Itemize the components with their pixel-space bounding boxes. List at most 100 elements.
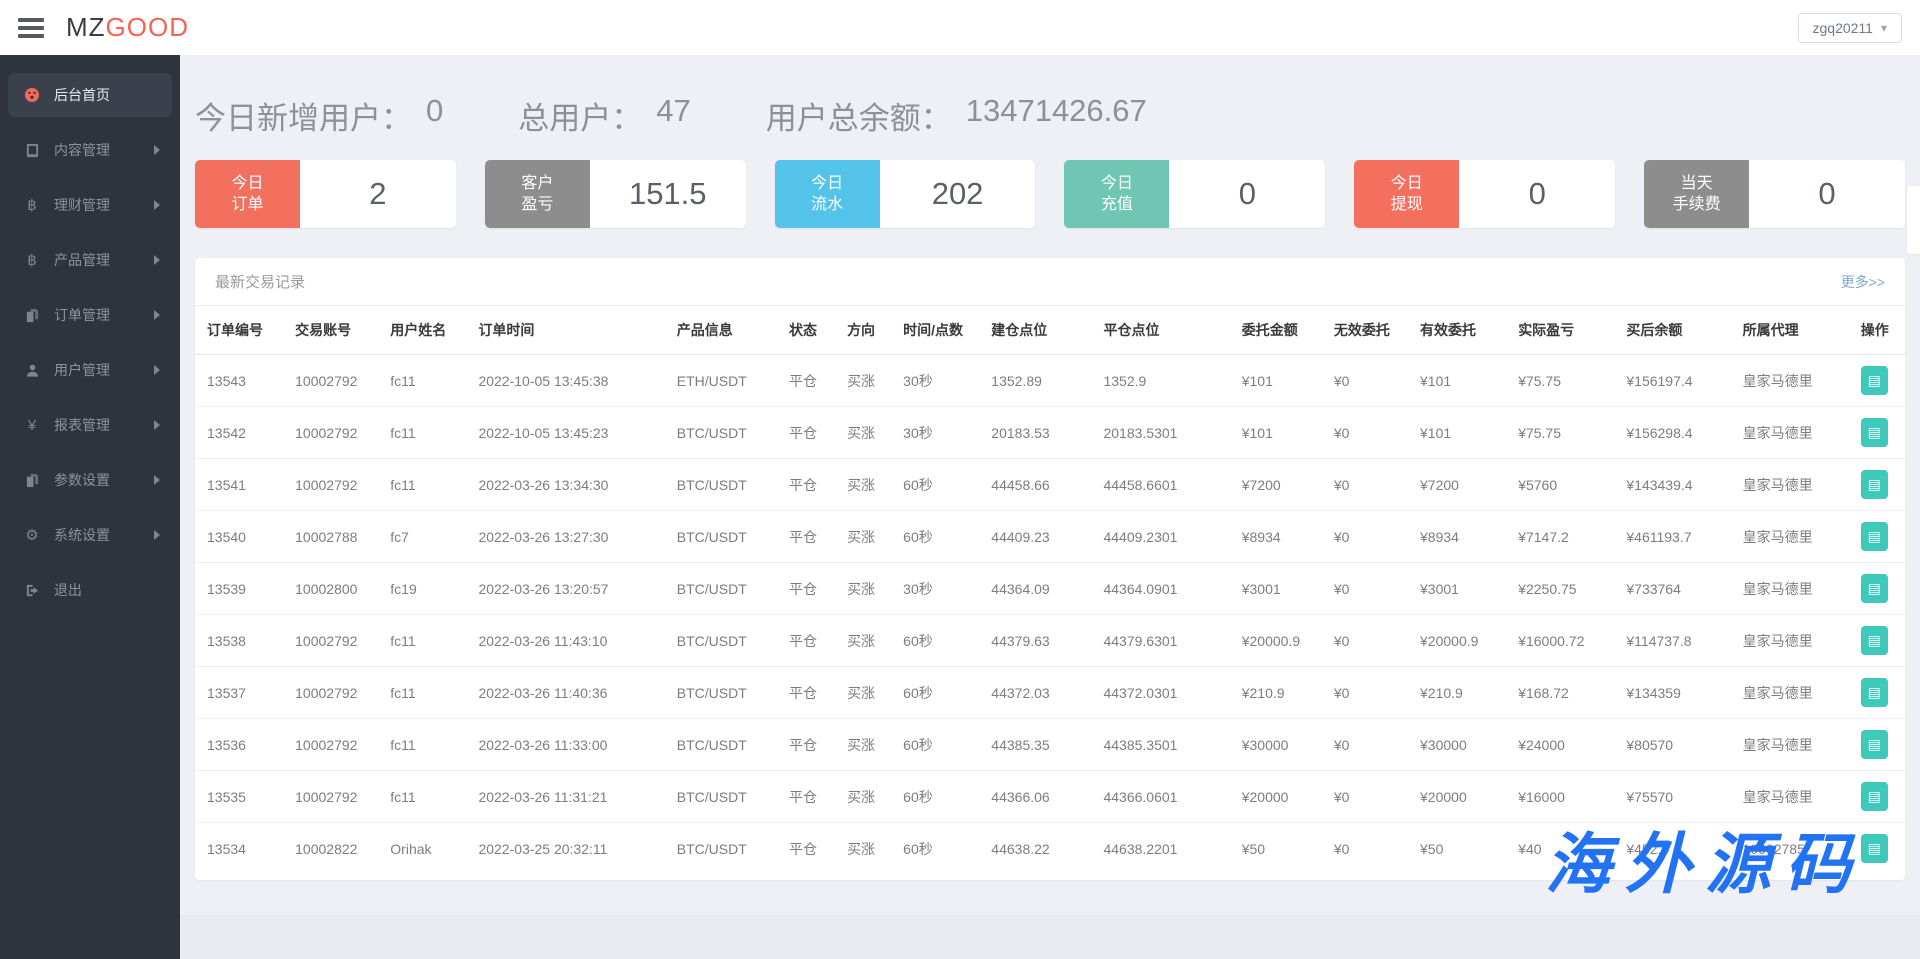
cell: 买涨 xyxy=(835,562,892,615)
cell: BTC/USDT xyxy=(664,510,777,563)
cell: ¥50 xyxy=(1241,840,1266,857)
list-icon: ▤ xyxy=(1867,372,1881,388)
cell: 买涨 xyxy=(835,510,892,563)
sidebar-item-product[interactable]: ฿ 产品管理 xyxy=(8,238,172,282)
stat-card: 今日 充值 0 xyxy=(1064,160,1326,228)
cell: fc11 xyxy=(378,406,467,459)
cell: ¥2250.75 xyxy=(1506,562,1615,615)
column-header: 订单编号 xyxy=(195,306,284,355)
files-icon xyxy=(22,308,42,323)
sidebar-item-home[interactable]: 后台首页 xyxy=(8,73,172,117)
cell: 2022-03-26 11:33:00 xyxy=(466,718,665,771)
sidebar-item-content[interactable]: 内容管理 xyxy=(8,128,172,172)
bitcoin-icon: ฿ xyxy=(27,197,37,214)
cell: ¥114737.8 xyxy=(1614,614,1731,667)
cell: 买涨 xyxy=(847,840,876,857)
menu-toggle-icon[interactable] xyxy=(18,17,44,38)
stat-card-label-line: 流水 xyxy=(811,196,844,213)
cell-action: ▤ xyxy=(1848,614,1905,667)
cell: 44458.6601 xyxy=(1091,458,1230,511)
cell: 平仓 xyxy=(776,666,836,719)
row-detail-button[interactable]: ▤ xyxy=(1860,782,1888,811)
cell-action: ▤ xyxy=(1848,458,1905,511)
cell: 44366.0601 xyxy=(1091,770,1230,823)
cell: BTC/USDT xyxy=(664,406,777,459)
cell: 44372.03 xyxy=(979,666,1092,719)
column-header: 所属代理 xyxy=(1730,306,1849,355)
logo-text-mz: MZ xyxy=(66,12,106,42)
stat-card-label: 当天 手续费 xyxy=(1644,160,1750,228)
cell: ¥101 xyxy=(1229,354,1322,407)
main-content: 今日新增用户： 0 总用户： 47 用户总余额： 13471426.67 今日 订单 2 客户盈… xyxy=(180,55,1920,959)
stat-card-label: 今日 流水 xyxy=(774,160,880,228)
row-detail-button[interactable]: ▤ xyxy=(1860,418,1888,447)
cell: ¥30000 xyxy=(1408,718,1507,771)
row-detail-button[interactable]: ▤ xyxy=(1860,366,1888,395)
row-detail-button[interactable]: ▤ xyxy=(1860,730,1888,759)
cell: 平仓 xyxy=(788,840,817,857)
cell: ¥156197.4 xyxy=(1614,354,1731,407)
chevron-right-icon xyxy=(154,310,160,320)
cell: 买涨 xyxy=(835,718,892,771)
sidebar-item-reports[interactable]: ¥ 报表管理 xyxy=(8,403,172,447)
sidebar-item-logout[interactable]: 退出 xyxy=(8,568,172,612)
row-detail-button[interactable]: ▤ xyxy=(1860,626,1888,655)
cell: 2022-03-25 20:32:11 xyxy=(478,840,608,857)
cell: fc11 xyxy=(378,614,467,667)
trades-table: 订单编号 交易账号 用户姓名 订单时间 产品信息 状态 方向 时间/点数 建仓点位 平仓点位 委托金… xyxy=(195,306,1905,874)
stat-card-label-line: 当天 xyxy=(1680,175,1713,192)
cell: ¥210.9 xyxy=(1229,666,1322,719)
cell: 2022-03-26 11:43:10 xyxy=(466,614,665,667)
cell: 皇家马德里 xyxy=(1730,666,1849,719)
files-icon xyxy=(22,473,42,488)
sidebar-item-system[interactable]: ⚙ 系统设置 xyxy=(8,513,172,557)
cell: 买涨 xyxy=(835,458,892,511)
cell: ¥0 xyxy=(1321,458,1409,511)
cell: ¥7147.2 xyxy=(1506,510,1615,563)
headline-stat: 总用户： 47 xyxy=(518,93,690,138)
cell: fc11 xyxy=(378,458,467,511)
row-detail-button[interactable]: ▤ xyxy=(1860,470,1888,499)
sidebar-item-params[interactable]: 参数设置 xyxy=(8,458,172,502)
sidebar-item-orders[interactable]: 订单管理 xyxy=(8,293,172,337)
more-link[interactable]: 更多>> xyxy=(1841,272,1885,292)
cell: 买涨 xyxy=(835,406,892,459)
cell: 10002788 xyxy=(283,510,379,563)
cell: ¥20000.9 xyxy=(1229,614,1322,667)
row-detail-button[interactable]: ▤ xyxy=(1860,522,1888,551)
cell: ¥75.75 xyxy=(1506,406,1615,459)
cell: 皇家马德里 xyxy=(1730,458,1849,511)
stat-card-value: 202 xyxy=(879,160,1036,228)
cell: ¥0 xyxy=(1321,406,1409,459)
sidebar-item-finance[interactable]: ฿ 理财管理 xyxy=(8,183,172,227)
watermark-text: 海外源码 xyxy=(1545,825,1865,903)
stat-card-value: 0 xyxy=(1749,160,1905,228)
cell: 60秒 xyxy=(891,770,980,823)
row-detail-button[interactable]: ▤ xyxy=(1860,678,1888,707)
cell: fc7 xyxy=(378,510,467,563)
cell: 60秒 xyxy=(903,840,933,857)
footer-strip xyxy=(180,915,1920,959)
row-detail-button[interactable]: ▤ xyxy=(1860,574,1888,603)
list-icon: ▤ xyxy=(1867,580,1881,596)
cell: 买涨 xyxy=(835,354,892,407)
stat-card-value: 0 xyxy=(1459,160,1616,228)
cell: ¥7200 xyxy=(1229,458,1322,511)
cell: 2022-10-05 13:45:38 xyxy=(466,354,665,407)
sidebar: 后台首页内容管理 ฿ 理财管理 ฿ 产品管理订单管理用户管理 ¥ 报表管理参数设置 ⚙ 系统设置… xyxy=(0,55,180,959)
trades-panel: 最新交易记录 更多>> 订单编号 交易账号 用户姓名 订单时间 产品信息 状态 方向 时间/点… xyxy=(195,258,1905,880)
cell: 60秒 xyxy=(891,718,980,771)
cell: 皇家马德里 xyxy=(1730,718,1849,771)
cell: 44379.6301 xyxy=(1091,614,1230,667)
cell: BTC/USDT xyxy=(676,840,747,857)
cell: 1352.89 xyxy=(979,354,1092,407)
column-header: 建仓点位 xyxy=(979,306,1092,355)
cell-action: ▤ xyxy=(1848,562,1905,615)
cell: BTC/USDT xyxy=(664,562,777,615)
sidebar-item-users[interactable]: 用户管理 xyxy=(8,348,172,392)
sidebar-item-label: 订单管理 xyxy=(54,307,110,323)
cell: ¥733764 xyxy=(1614,562,1731,615)
table-row: 13541 10002792 fc11 2022-03-26 13:34:30 BTC/… xyxy=(195,458,1905,511)
cell: 44458.66 xyxy=(979,458,1092,511)
user-menu[interactable]: zgq20211 ▾ xyxy=(1797,12,1902,43)
